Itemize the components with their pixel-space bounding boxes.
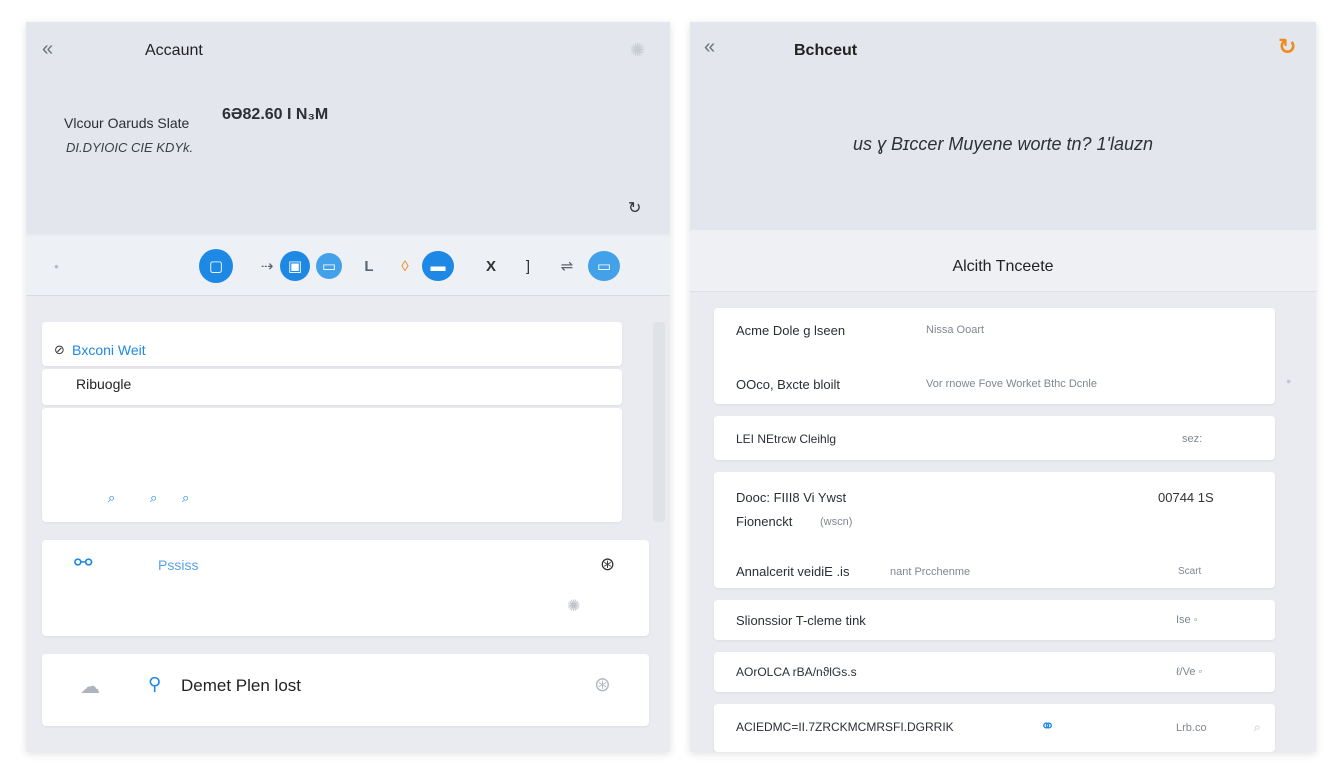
compass-icon[interactable]: ⊛	[600, 554, 615, 575]
summary-value: 6Ə82.60 I N₃M	[222, 106, 329, 123]
details-card: ⌕ ⌕ ⌕	[42, 408, 622, 522]
tag-icon[interactable]: ⌕	[182, 490, 189, 506]
row-extra: Scart	[1178, 566, 1202, 577]
search-icon[interactable]: ⌕	[108, 490, 115, 506]
settings-group-2[interactable]: Dooc: FIII8 Vi Ywst 00744 1S Fionenckt (…	[714, 472, 1275, 588]
text-icon[interactable]: L	[354, 251, 384, 281]
gear-icon[interactable]: ✺	[567, 596, 580, 616]
row-label: LEI NEtrcw Cleihlg	[736, 432, 837, 446]
user-icon: ⊘	[54, 342, 65, 357]
display-icon[interactable]: ▭	[588, 251, 620, 281]
refresh-icon[interactable]: ↻	[628, 198, 641, 218]
settings-row[interactable]: AOrOLCA rBA/nϑlGs.s ℓ/Ve ◦	[714, 652, 1275, 692]
row-label: Acme Dole g lseen	[736, 323, 846, 338]
edit-icon[interactable]: ⌕	[150, 490, 157, 506]
security-card[interactable]: ⚯ Pssiss ⊛ ✺	[42, 540, 649, 636]
refresh-icon[interactable]: ↻	[1278, 34, 1296, 60]
row-label: Dooc: FIII8 Vi Ywst	[736, 490, 847, 505]
window-icon[interactable]: ▢	[199, 249, 233, 283]
status-message: us ɣ Bɪccer Muyene worte tn? 1'lauzn	[852, 134, 1153, 154]
section-title: Bxconi Weit	[72, 342, 146, 358]
row-label: Annalcerit veidiE .is	[736, 564, 850, 579]
row-value: Nissa Ooart	[926, 324, 985, 336]
gear-outline-icon[interactable]: ⊛	[594, 672, 611, 697]
layer-icon[interactable]: ⇢	[252, 251, 282, 281]
row-extra: sez:	[1182, 433, 1203, 445]
account-section-header[interactable]: ⊘ Bxconi Weit	[42, 322, 622, 366]
key-icon: ⚯	[74, 550, 93, 575]
row-value: Vor rnowe Fove Worket Bthc Dcnle	[926, 378, 1097, 390]
close-icon[interactable]: X	[476, 251, 506, 281]
row-label: OOco, Bxcte bloilt	[736, 377, 841, 392]
scrollbar[interactable]	[653, 322, 665, 522]
summary-label: Vlcour Oaruds Slate	[64, 115, 190, 131]
row-value: nant Prcchenme	[890, 566, 971, 578]
printer-icon[interactable]: ▬	[422, 251, 454, 281]
summary-subtext: DI.DYIOIC CIE KDYk.	[66, 140, 194, 155]
account-item[interactable]: Ribuogle	[42, 369, 622, 405]
row-label: Fionenckt	[736, 514, 793, 529]
device-label: Demet Plen lost	[181, 676, 301, 695]
account-item-label: Ribuogle	[76, 376, 132, 392]
brush-icon[interactable]: ◊	[390, 251, 420, 281]
link-icon[interactable]: ⇌	[552, 251, 582, 281]
back-arrow-icon[interactable]: «	[42, 38, 53, 61]
account-header: « Accaunt ✺ Vlcour Oaruds Slate 6Ə82.60 …	[26, 22, 670, 234]
settings-icon[interactable]: ✺	[630, 40, 645, 61]
row-extra: Lrb.co	[1176, 722, 1207, 734]
row-label: AOrOLCA rBA/nϑlGs.s	[736, 665, 857, 679]
device-card[interactable]: ☁ ⚲ Demet Plen lost ⊛	[42, 654, 649, 726]
row-extra: ℓ/Ve ◦	[1176, 666, 1203, 678]
page-title: Accaunt	[145, 42, 203, 59]
account-panel-right: « Bchceut ↻ us ɣ Bɪccer Muyene worte tn?…	[690, 22, 1316, 752]
dot-icon: ●	[54, 262, 59, 271]
subheader-title: Alcith Tnceete	[952, 258, 1054, 275]
device-icon: ⚲	[148, 674, 162, 694]
search-icon[interactable]: ⌕	[1254, 720, 1261, 735]
laptop-icon[interactable]: ▭	[316, 253, 342, 279]
subheader: Alcith Tnceete	[690, 230, 1316, 292]
back-arrow-icon[interactable]: «	[704, 36, 715, 59]
settings-row[interactable]: Slionssior T-cleme tink Ise ◦	[714, 600, 1275, 640]
settings-row[interactable]: LEI NEtrcw Cleihlg sez:	[714, 416, 1275, 460]
row-label: Slionssior T-cleme tink	[736, 613, 866, 628]
divider-icon[interactable]: ]	[513, 251, 543, 281]
row-extra: 00744 1S	[1158, 490, 1214, 505]
settings-row[interactable]: ACIEDMC=II.7ZRCKMCMRSFI.DGRRIK ⚭ Lrb.co …	[714, 704, 1275, 752]
account-panel-left: « Accaunt ✺ Vlcour Oaruds Slate 6Ə82.60 …	[26, 22, 670, 752]
card-label: Pssiss	[158, 557, 199, 573]
account-header-right: « Bchceut ↻ us ɣ Bɪccer Muyene worte tn?…	[690, 22, 1316, 230]
toolbar: ● ▢ ⇢ ▣ ▭ L ◊ ▬ X ] ⇌ ▭	[26, 236, 670, 296]
cloud-icon: ☁	[80, 676, 100, 698]
row-extra: Ise ◦	[1176, 614, 1198, 626]
page-title: Bchceut	[794, 42, 858, 59]
monitor-icon[interactable]: ▣	[280, 251, 310, 281]
share-icon[interactable]: ⚭	[1040, 716, 1055, 737]
row-value: (wscn)	[820, 516, 853, 528]
settings-group-1: Acme Dole g lseen Nissa Ooart OOco, Bxct…	[714, 308, 1275, 404]
dot-icon: ●	[1286, 376, 1292, 386]
row-label: ACIEDMC=II.7ZRCKMCMRSFI.DGRRIK	[736, 720, 954, 734]
